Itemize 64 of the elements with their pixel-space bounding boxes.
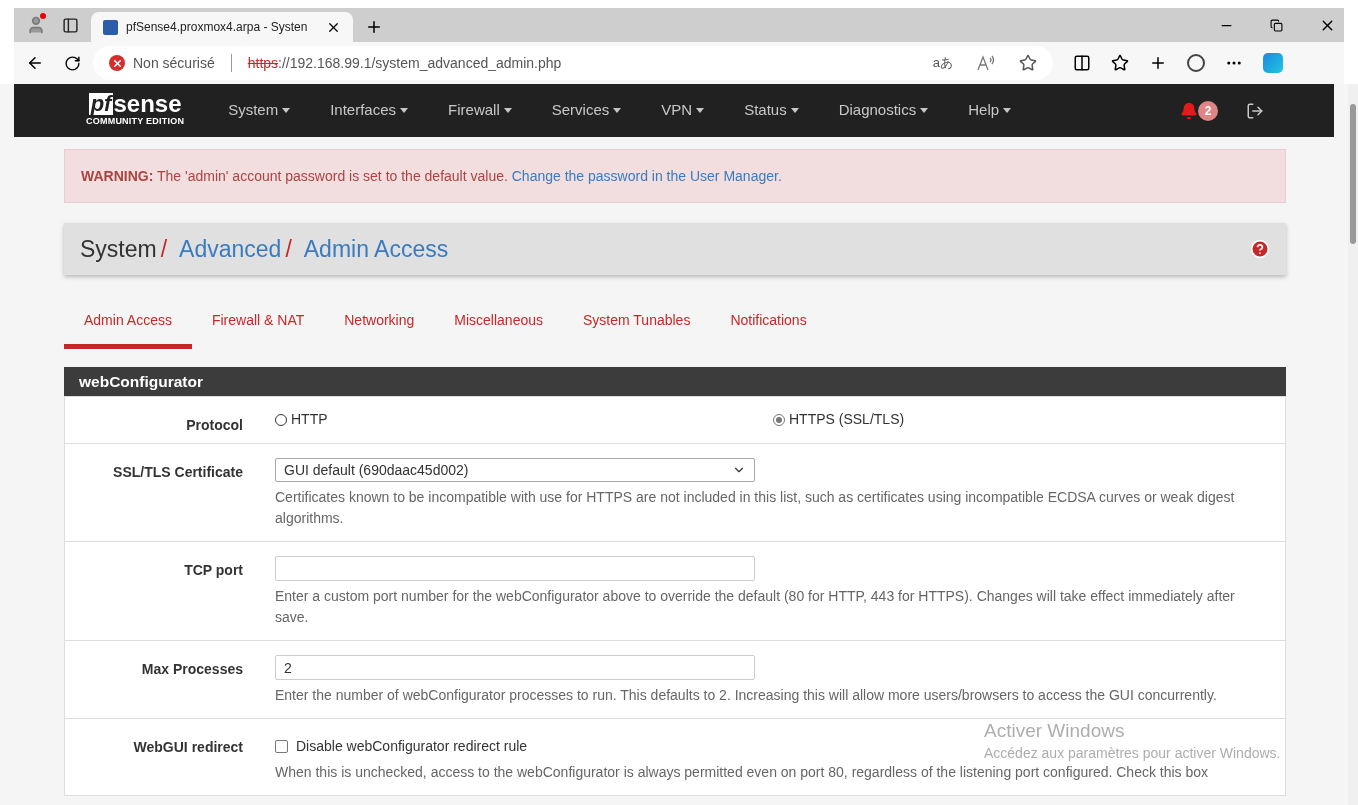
nav-menu[interactable]: Services	[531, 99, 642, 122]
tab[interactable]: Admin Access	[64, 297, 192, 349]
field-label: WebGUI redirect	[133, 739, 243, 755]
help-text: When this is unchecked, access to the webConfigurator is always permitted even on port 80, regardless of the listening port configured. Check this box	[275, 763, 1210, 782]
activation-title: Activer Windows	[984, 720, 1126, 742]
tab[interactable]: Firewall & NAT	[191, 297, 325, 349]
radio-label: HTTP	[291, 410, 328, 429]
copilot-icon[interactable]	[1263, 53, 1283, 73]
nav-menu[interactable]: Help	[948, 99, 1032, 122]
radio-button[interactable]	[275, 413, 287, 426]
text-field[interactable]: 2	[275, 655, 755, 680]
nav-menu[interactable]: Diagnostics	[818, 99, 949, 122]
panel-header: webConfigurator	[64, 367, 1286, 396]
tab[interactable]: Notifications	[710, 297, 827, 349]
tab[interactable]: Miscellaneous	[434, 297, 563, 349]
favicon-icon	[103, 19, 118, 35]
field-label: Protocol	[186, 417, 243, 433]
edition-label: COMMUNITY EDITION	[86, 115, 185, 128]
new-tab-icon[interactable]	[365, 18, 383, 36]
activation-text: Accédez aux paramètres pour activer Windows.	[984, 744, 1281, 763]
nav-menu[interactable]: Status	[724, 99, 819, 122]
read-aloud-icon[interactable]	[977, 55, 995, 71]
breadcrumb-separator: /	[285, 234, 292, 264]
split-view-icon[interactable]	[1073, 54, 1091, 72]
security-label: Non sécurisé	[133, 53, 215, 73]
help-text: Enter the number of webConfigurator processes to run. This defaults to 2. Increasing this will allow more users/browsers to access the GUI concurrently.	[275, 686, 1218, 705]
nav-menu[interactable]: Interfaces	[310, 99, 429, 122]
help-text: Certificates known to be incompatible with use for HTTPS are not included in this list, such as certificates using incompatible ECDSA curves or weak digest algorithms.	[275, 488, 1235, 528]
bell-icon[interactable]	[1180, 101, 1198, 120]
logo-mark: pf	[88, 92, 114, 115]
browser-tab[interactable]: pfSense4.proxmox4.arpa - Systen	[91, 12, 353, 42]
nav-menu[interactable]: VPN	[641, 99, 725, 122]
breadcrumb-separator: /	[160, 234, 168, 264]
translate-button[interactable]: aあ	[932, 53, 953, 73]
help-icon[interactable]	[1250, 239, 1270, 259]
alert-badge: 2	[1198, 100, 1218, 121]
radio-label: HTTPS (SSL/TLS)	[789, 410, 905, 429]
nav-menu[interactable]: Firewall	[428, 99, 532, 122]
field-label: TCP port	[184, 562, 243, 578]
checkbox-label: Disable webConfigurator redirect rule	[296, 737, 528, 756]
text-field[interactable]	[275, 556, 755, 581]
tab[interactable]: System Tunables	[563, 297, 711, 349]
error-icon	[109, 55, 125, 71]
help-text: Enter a custom port number for the webConfigurator above to override the default (80 for HTTP, 443 for HTTPS). Changes will take effect immediately after save.	[275, 587, 1235, 627]
back-icon[interactable]	[26, 54, 44, 72]
address-bar[interactable]: Non sécurisé https://192.168.99.1/system_advanced_admin.php aあ	[93, 46, 1053, 80]
checkbox[interactable]	[275, 740, 288, 753]
favorite-icon[interactable]	[1019, 54, 1037, 72]
warning-text: WARNING: The 'admin' account password is set to the default value. Change the password in the User Manager.	[81, 166, 782, 186]
tab-actions-icon[interactable]	[62, 16, 79, 34]
field-label: SSL/TLS Certificate	[113, 464, 243, 480]
warning-link[interactable]: Change the password in the User Manager.	[511, 167, 782, 184]
reload-icon[interactable]	[64, 54, 81, 72]
breadcrumb-text: System	[80, 234, 157, 264]
nav-menu[interactable]: System	[208, 99, 311, 122]
field-label: Max Processes	[141, 661, 243, 677]
certificate-select[interactable]: GUI default (690daac45d002)	[275, 458, 755, 482]
restore-icon[interactable]	[1270, 18, 1283, 32]
logo-text: sense	[113, 92, 182, 115]
tab[interactable]: Networking	[324, 297, 435, 349]
profile-icon[interactable]	[26, 15, 46, 35]
url-text: https://192.168.99.1/system_advanced_admin.php	[247, 53, 562, 73]
logout-icon[interactable]	[1246, 101, 1264, 120]
favorites-icon[interactable]	[1111, 54, 1129, 72]
